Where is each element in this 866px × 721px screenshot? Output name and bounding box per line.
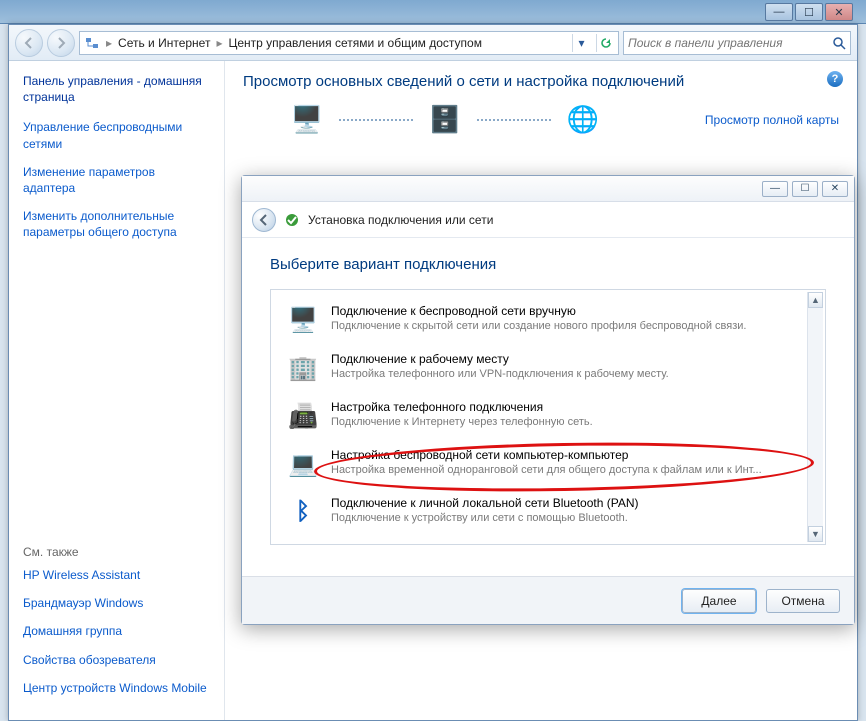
node-computer-icon: 🖥️ bbox=[283, 104, 331, 135]
option-workplace[interactable]: 🏢 Подключение к рабочему месту Настройка… bbox=[279, 344, 803, 392]
window-controls: — ☐ ✕ bbox=[765, 3, 853, 21]
network-icon bbox=[84, 35, 100, 51]
breadcrumb-2[interactable]: Центр управления сетями и общим доступом bbox=[228, 36, 482, 50]
breadcrumb-sep: ▸ bbox=[106, 36, 112, 50]
next-button[interactable]: Далее bbox=[682, 589, 756, 613]
see-also-firewall[interactable]: Брандмауэр Windows bbox=[23, 595, 210, 611]
see-also-homegroup[interactable]: Домашняя группа bbox=[23, 623, 210, 639]
dialog-app-icon bbox=[284, 212, 300, 228]
see-also-label: См. также bbox=[23, 545, 210, 559]
node-internet-icon: 🌐 bbox=[559, 104, 607, 135]
dialog-title: Установка подключения или сети bbox=[308, 213, 493, 227]
nav-bar: ▸ Сеть и Интернет ▸ Центр управления сет… bbox=[9, 25, 857, 61]
dialog-window-controls: — ☐ ✕ bbox=[242, 176, 854, 202]
page-title: Просмотр основных сведений о сети и наст… bbox=[243, 73, 839, 90]
see-also-wmdc[interactable]: Центр устройств Windows Mobile bbox=[23, 680, 210, 696]
option-manual-wireless[interactable]: 🖥️ Подключение к беспроводной сети вручн… bbox=[279, 296, 803, 344]
option-title: Подключение к рабочему месту bbox=[331, 352, 669, 366]
node-network-icon: 🗄️ bbox=[421, 104, 469, 135]
sidebar-link-sharing[interactable]: Изменить дополнительные параметры общего… bbox=[23, 208, 210, 240]
forward-button[interactable] bbox=[47, 29, 75, 57]
search-box[interactable] bbox=[623, 31, 851, 55]
cancel-button[interactable]: Отмена bbox=[766, 589, 840, 613]
option-desc: Подключение к скрытой сети или создание … bbox=[331, 320, 746, 332]
refresh-icon[interactable] bbox=[596, 34, 614, 52]
dialog-back-button[interactable] bbox=[252, 208, 276, 232]
option-title: Подключение к беспроводной сети вручную bbox=[331, 304, 746, 318]
address-dropdown-icon[interactable]: ▾ bbox=[572, 34, 590, 52]
map-link bbox=[339, 119, 413, 121]
dialog-footer: Далее Отмена bbox=[242, 576, 854, 624]
monitor-icon: 🖥️ bbox=[285, 304, 321, 336]
maximize-button[interactable]: ☐ bbox=[795, 3, 823, 21]
search-input[interactable] bbox=[628, 36, 832, 50]
sidebar: Панель управления - домашняя страница Уп… bbox=[9, 61, 225, 720]
dialog-maximize-button[interactable]: ☐ bbox=[792, 181, 818, 197]
sidebar-link-wireless[interactable]: Управление беспроводными сетями bbox=[23, 119, 210, 151]
building-icon: 🏢 bbox=[285, 352, 321, 384]
address-bar[interactable]: ▸ Сеть и Интернет ▸ Центр управления сет… bbox=[79, 31, 619, 55]
laptop-icon: 💻 bbox=[285, 448, 321, 480]
option-desc: Подключение к устройству или сети с помо… bbox=[331, 512, 639, 524]
network-map: 🖥️ 🗄️ 🌐 Просмотр полной карты bbox=[243, 100, 839, 135]
close-button[interactable]: ✕ bbox=[825, 3, 853, 21]
scroll-up-icon[interactable]: ▲ bbox=[808, 292, 823, 308]
option-desc: Подключение к Интернету через телефонную… bbox=[331, 416, 593, 428]
control-panel-window: — ☐ ✕ ▸ Сеть и Интернет ▸ Центр управлен… bbox=[8, 24, 858, 721]
phone-icon: 📠 bbox=[285, 400, 321, 432]
help-icon[interactable]: ? bbox=[827, 71, 843, 87]
view-full-map-link[interactable]: Просмотр полной карты bbox=[705, 113, 839, 127]
connection-options-list: 🖥️ Подключение к беспроводной сети вручн… bbox=[270, 289, 826, 545]
dialog-minimize-button[interactable]: — bbox=[762, 181, 788, 197]
map-link bbox=[477, 119, 551, 121]
bluetooth-icon: ᛒ bbox=[285, 496, 321, 528]
setup-connection-dialog: — ☐ ✕ Установка подключения или сети Выб… bbox=[241, 175, 855, 625]
breadcrumb-1[interactable]: Сеть и Интернет bbox=[118, 36, 210, 50]
option-desc: Настройка телефонного или VPN-подключени… bbox=[331, 368, 669, 380]
breadcrumb-sep: ▸ bbox=[216, 36, 222, 50]
control-panel-home-link[interactable]: Панель управления - домашняя страница bbox=[23, 73, 210, 105]
option-dialup[interactable]: 📠 Настройка телефонного подключения Подк… bbox=[279, 392, 803, 440]
option-title: Подключение к личной локальной сети Blue… bbox=[331, 496, 639, 510]
option-title: Настройка беспроводной сети компьютер-ко… bbox=[331, 448, 762, 462]
option-adhoc[interactable]: 💻 Настройка беспроводной сети компьютер-… bbox=[279, 440, 803, 488]
search-icon[interactable] bbox=[832, 36, 846, 50]
see-also-hp[interactable]: HP Wireless Assistant bbox=[23, 567, 210, 583]
dialog-header: Установка подключения или сети bbox=[242, 202, 854, 238]
dialog-close-button[interactable]: ✕ bbox=[822, 181, 848, 197]
sidebar-link-adapter[interactable]: Изменение параметров адаптера bbox=[23, 164, 210, 196]
options-scrollbar[interactable]: ▲ ▼ bbox=[807, 292, 823, 542]
see-also-internet-options[interactable]: Свойства обозревателя bbox=[23, 652, 210, 668]
option-bluetooth-pan[interactable]: ᛒ Подключение к личной локальной сети Bl… bbox=[279, 488, 803, 536]
scroll-down-icon[interactable]: ▼ bbox=[808, 526, 823, 542]
minimize-button[interactable]: — bbox=[765, 3, 793, 21]
option-desc: Настройка временной одноранговой сети дл… bbox=[331, 464, 762, 476]
dialog-heading: Выберите вариант подключения bbox=[270, 256, 826, 273]
option-title: Настройка телефонного подключения bbox=[331, 400, 593, 414]
back-button[interactable] bbox=[15, 29, 43, 57]
